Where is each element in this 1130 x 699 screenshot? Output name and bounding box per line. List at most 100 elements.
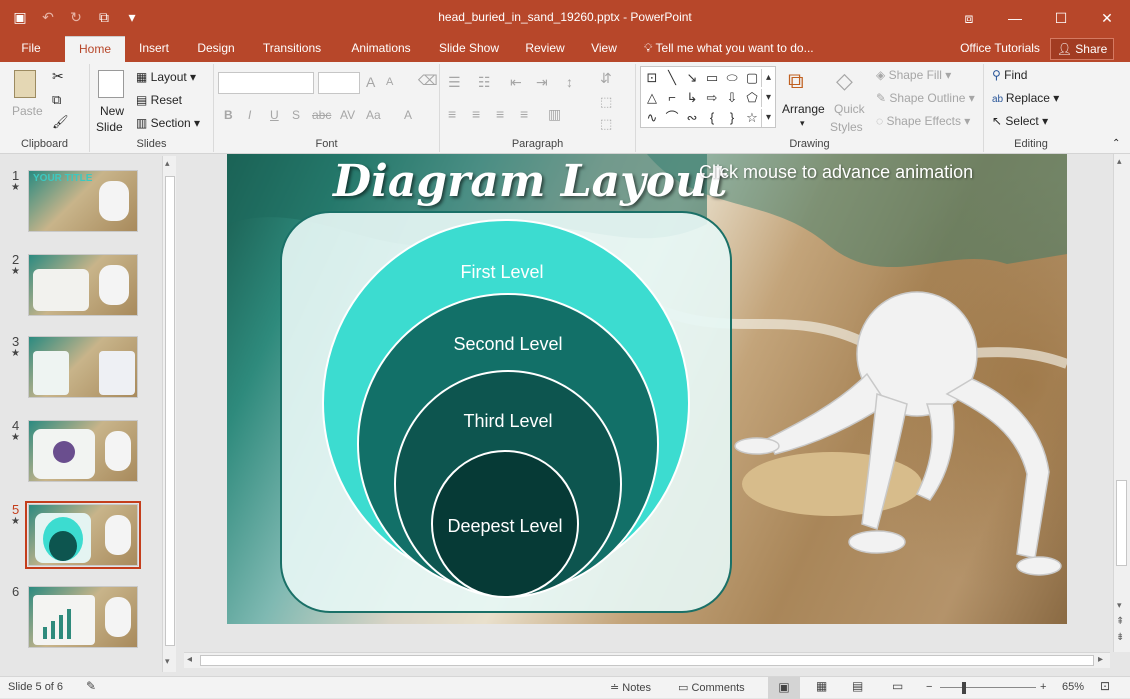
comments-button[interactable]: ▭ Comments	[678, 681, 745, 694]
shadow-button[interactable]: S	[292, 108, 300, 122]
zoom-out-icon[interactable]: −	[926, 681, 932, 693]
rectangle-shape-icon[interactable]: ▭	[703, 69, 721, 87]
italic-button[interactable]: I	[248, 108, 251, 122]
pentagon-shape-icon[interactable]: ⬠	[743, 89, 761, 107]
new-slide-icon[interactable]	[98, 70, 124, 98]
text-direction-icon[interactable]: ⇵	[600, 70, 612, 87]
replace-button[interactable]: ab Replace ▾	[992, 91, 1059, 105]
grow-font-icon[interactable]: A	[366, 74, 375, 90]
scroll-up-icon[interactable]: ▴	[1117, 156, 1122, 167]
down-arrow-shape-icon[interactable]: ⇩	[723, 89, 741, 107]
tab-insert[interactable]: Insert	[132, 36, 176, 62]
shape-effects-button[interactable]: ◌ Shape Effects ▾	[876, 114, 970, 128]
arc-shape-icon[interactable]: ⌒	[663, 109, 681, 127]
thumbnail-slide-6[interactable]: 6	[0, 584, 160, 654]
numbering-icon[interactable]: ☷	[478, 74, 491, 91]
thumbnail-slide-1[interactable]: 1 ★ YOUR TITLE	[0, 168, 160, 238]
brace-left-icon[interactable]: {	[703, 109, 721, 127]
decrease-indent-icon[interactable]: ⇤	[510, 74, 522, 91]
scroll-right-icon[interactable]: ▸	[1098, 654, 1103, 665]
tab-view[interactable]: View	[586, 36, 622, 62]
reading-view-icon[interactable]: ▤	[852, 679, 863, 693]
layout-button[interactable]: ▦ Layout ▾	[136, 70, 196, 84]
justify-icon[interactable]: ≡	[520, 106, 528, 122]
share-button[interactable]: 👤︎ Share	[1050, 38, 1114, 60]
zoom-slider-track[interactable]	[940, 687, 1036, 688]
minimize-button[interactable]: —	[992, 0, 1038, 36]
quick-styles-icon[interactable]: ◇	[836, 68, 853, 94]
spellcheck-icon[interactable]: ✎	[86, 679, 96, 693]
shrink-font-icon[interactable]: A	[386, 76, 393, 88]
font-color-icon[interactable]: A	[404, 108, 412, 122]
quick-styles-label-1[interactable]: Quick	[834, 102, 865, 116]
bullets-icon[interactable]: ☰	[448, 74, 461, 91]
align-text-icon[interactable]: ⬚	[600, 94, 612, 110]
bold-button[interactable]: B	[224, 108, 233, 122]
find-button[interactable]: ⚲ Find	[992, 68, 1027, 82]
slideshow-view-icon[interactable]: ▭	[892, 679, 903, 693]
fit-to-window-icon[interactable]: ⊡	[1100, 679, 1110, 693]
previous-slide-icon[interactable]: ⇞	[1116, 616, 1124, 627]
thumbnail-slide-4[interactable]: 4 ★	[0, 418, 160, 488]
scroll-up-icon[interactable]: ▴	[165, 158, 170, 169]
tab-transitions[interactable]: Transitions	[256, 36, 328, 62]
thumbnail-slide-3[interactable]: 3 ★	[0, 334, 160, 404]
new-slide-label-1[interactable]: New	[100, 104, 124, 118]
tab-slide-show[interactable]: Slide Show	[434, 36, 504, 62]
star-shape-icon[interactable]: ☆	[743, 109, 761, 127]
slide-canvas[interactable]: Diagram Layout Click mouse to advance an…	[227, 154, 1067, 624]
normal-view-icon[interactable]: ▣	[768, 677, 800, 699]
tab-file[interactable]: File	[10, 36, 52, 62]
zoom-slider-thumb[interactable]	[962, 682, 966, 694]
shapes-gallery[interactable]: ⊡ ╲ ↘ ▭ ⬭ ▢ △ ⌐ ↳ ⇨ ⇩ ⬠ ∿ ⌒ ∾ { } ☆ ▴ ▾ …	[640, 66, 776, 128]
change-case-button[interactable]: Aa	[366, 108, 381, 122]
oval-shape-icon[interactable]: ⬭	[723, 69, 741, 87]
columns-icon[interactable]: ▥	[548, 106, 561, 123]
select-button[interactable]: ↖ Select ▾	[992, 114, 1048, 128]
tab-home[interactable]: Home	[65, 36, 125, 62]
office-tutorials-link[interactable]: Office Tutorials	[952, 36, 1048, 62]
horizontal-scrollbar[interactable]: ◂ ▸	[184, 652, 1110, 668]
scroll-thumb[interactable]	[165, 176, 175, 646]
scroll-thumb[interactable]	[200, 655, 1094, 666]
section-button[interactable]: ▥ Section ▾	[136, 116, 200, 130]
underline-button[interactable]: U	[270, 108, 279, 122]
new-slide-label-2[interactable]: Slide	[96, 120, 123, 134]
brace-right-icon[interactable]: }	[723, 109, 741, 127]
align-center-icon[interactable]: ≡	[472, 106, 480, 122]
quick-styles-label-2[interactable]: Styles	[830, 120, 863, 134]
line-shape-icon[interactable]: ╲	[663, 69, 681, 87]
notes-button[interactable]: ≐ Notes	[610, 681, 651, 694]
tell-me-box[interactable]: 💡︎ Tell me what you want to do...	[644, 36, 834, 62]
thumbnail-slide-5[interactable]: 5 ★	[0, 501, 160, 572]
triangle-shape-icon[interactable]: △	[643, 89, 661, 107]
tab-review[interactable]: Review	[520, 36, 570, 62]
elbow-connector-icon[interactable]: ⌐	[663, 89, 681, 107]
smartart-icon[interactable]: ⬚	[600, 116, 612, 132]
copy-icon[interactable]: ⧉	[52, 92, 61, 108]
clear-formatting-icon[interactable]: ⌫	[418, 72, 438, 89]
cut-icon[interactable]: ✂	[52, 68, 64, 85]
char-spacing-button[interactable]: AV	[340, 108, 355, 122]
thumbnail-slide-2[interactable]: 2 ★	[0, 252, 160, 322]
elbow-arrow-icon[interactable]: ↳	[683, 89, 701, 107]
paste-icon[interactable]	[14, 70, 36, 98]
reset-button[interactable]: ▤ Reset	[136, 93, 182, 107]
font-name-input[interactable]	[218, 72, 314, 94]
arrange-dropdown-icon[interactable]: ▾	[800, 118, 805, 129]
strikethrough-button[interactable]: abc	[312, 108, 331, 122]
ribbon-display-options-icon[interactable]: ⧈	[946, 0, 992, 36]
zoom-in-icon[interactable]: +	[1040, 681, 1046, 693]
tab-design[interactable]: Design	[190, 36, 242, 62]
font-size-input[interactable]	[318, 72, 360, 94]
tab-animations[interactable]: Animations	[342, 36, 420, 62]
slide-scrollbar[interactable]: ▴ ▾ ⇞ ⇟	[1113, 154, 1130, 652]
right-arrow-shape-icon[interactable]: ⇨	[703, 89, 721, 107]
paste-button[interactable]: Paste	[12, 104, 43, 118]
scroll-thumb[interactable]	[1116, 480, 1127, 566]
line-spacing-icon[interactable]: ↕	[566, 74, 573, 90]
arrange-button[interactable]: Arrange	[782, 102, 825, 116]
align-right-icon[interactable]: ≡	[496, 106, 504, 122]
scroll-down-icon[interactable]: ▾	[165, 656, 170, 667]
maximize-button[interactable]: ☐	[1038, 0, 1084, 36]
